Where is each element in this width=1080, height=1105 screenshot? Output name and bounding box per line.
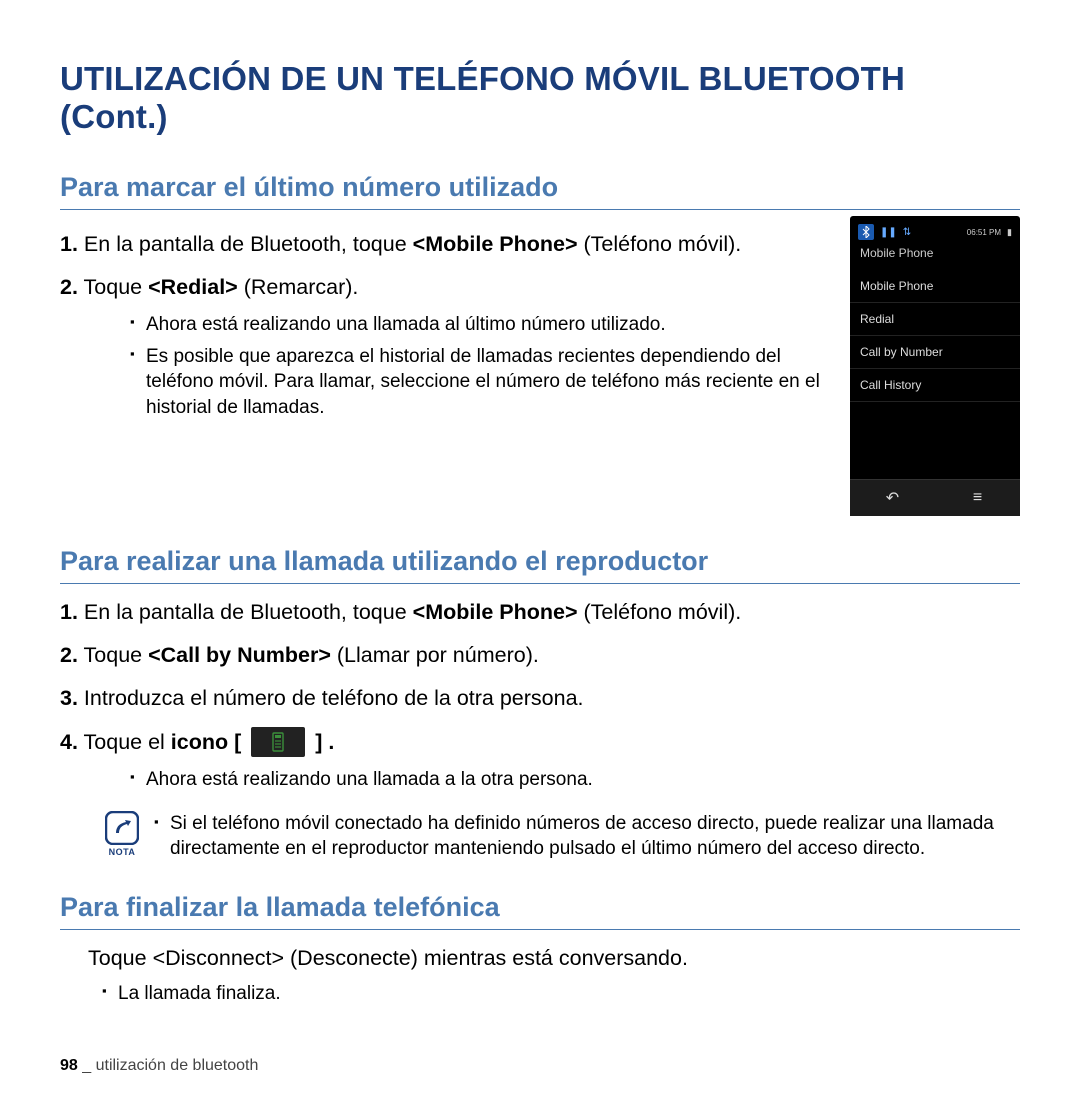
- step-number: 1.: [60, 600, 78, 624]
- phone-menu-item: Call History: [850, 369, 1020, 402]
- document-page: UTILIZACIÓN DE UN TELÉFONO MÓVIL BLUETOO…: [0, 0, 1080, 1105]
- list-item: 2. Toque <Call by Number> (Llamar por nú…: [60, 641, 1020, 670]
- footer-sep: _: [78, 1057, 96, 1074]
- step-number: 2.: [60, 643, 78, 667]
- step-number: 3.: [60, 686, 78, 710]
- step-text: Toque: [84, 275, 149, 299]
- note-badge: NOTA: [102, 811, 142, 857]
- ordered-list: 1. En la pantalla de Bluetooth, toque <M…: [60, 230, 826, 421]
- phone-status-bar: ❚❚ ⇅ 06:51 PM ▮: [850, 224, 1020, 240]
- page-number: 98: [60, 1057, 78, 1074]
- step-text: En la pantalla de Bluetooth, toque: [84, 232, 413, 256]
- phone-screen-title: Mobile Phone: [850, 240, 1020, 270]
- note-label: NOTA: [102, 847, 142, 857]
- sub-list: Ahora está realizando una llamada al últ…: [88, 312, 826, 421]
- sub-item: Ahora está realizando una llamada al últ…: [130, 312, 826, 338]
- step-bold: <Call by Number>: [148, 643, 331, 667]
- sub-item: La llamada finaliza.: [102, 981, 1020, 1007]
- step-text: En la pantalla de Bluetooth, toque: [84, 600, 413, 624]
- step-text: Toque el: [84, 730, 171, 754]
- step-bold: <Mobile Phone>: [413, 232, 578, 256]
- step-text: Toque: [84, 643, 149, 667]
- line-tail: (Desconecte) mientras está conversando.: [284, 946, 688, 970]
- sub-list: Ahora está realizando una llamada a la o…: [88, 767, 1020, 793]
- sub-item: Es posible que aparezca el historial de …: [130, 344, 826, 421]
- pause-icon: ❚❚: [880, 227, 897, 238]
- line-pre: Toque: [88, 946, 153, 970]
- section-heading: Para realizar una llamada utilizando el …: [60, 546, 1020, 584]
- phone-menu-item: Mobile Phone: [850, 270, 1020, 303]
- step-bold: <Mobile Phone>: [413, 600, 578, 624]
- menu-icon: ≡: [958, 489, 998, 507]
- phone-dial-icon: [251, 727, 305, 757]
- sub-list: La llamada finaliza.: [60, 981, 1020, 1007]
- list-item: 4. Toque el icono [ ] . Ahora está reali…: [60, 727, 1020, 793]
- step-number: 2.: [60, 275, 78, 299]
- phone-nav-bar: ↶ ≡: [850, 479, 1020, 516]
- section-heading: Para finalizar la llamada telefónica: [60, 892, 1020, 930]
- step-bold: <Redial>: [148, 275, 238, 299]
- list-item: 3. Introduzca el número de teléfono de l…: [60, 684, 1020, 713]
- page-title: UTILIZACIÓN DE UN TELÉFONO MÓVIL BLUETOO…: [60, 60, 1020, 136]
- step-tail: (Llamar por número).: [331, 643, 539, 667]
- step-tail: (Remarcar).: [238, 275, 359, 299]
- phone-menu-item: Call by Number: [850, 336, 1020, 369]
- step-text: Introduzca el número de teléfono de la o…: [84, 686, 584, 710]
- line-bold: <Disconnect>: [153, 946, 284, 970]
- section-body: 1. En la pantalla de Bluetooth, toque <M…: [60, 216, 1020, 516]
- note-text: Si el teléfono móvil conectado ha defini…: [154, 811, 1020, 862]
- step-tail: (Teléfono móvil).: [578, 600, 742, 624]
- battery-icon: ▮: [1007, 227, 1012, 238]
- text-column: 1. En la pantalla de Bluetooth, toque <M…: [60, 216, 826, 435]
- list-item: 2. Toque <Redial> (Remarcar). Ahora está…: [60, 273, 826, 421]
- footer-text: utilización de bluetooth: [96, 1057, 259, 1074]
- sub-item: Ahora está realizando una llamada a la o…: [130, 767, 1020, 793]
- back-icon: ↶: [873, 488, 913, 508]
- phone-mock: ❚❚ ⇅ 06:51 PM ▮ Mobile Phone Mobile Phon…: [850, 216, 1020, 516]
- phone-menu-item: Redial: [850, 303, 1020, 336]
- ordered-list: 1. En la pantalla de Bluetooth, toque <M…: [60, 598, 1020, 793]
- list-item: 1. En la pantalla de Bluetooth, toque <M…: [60, 598, 1020, 627]
- page-footer: 98 _ utilización de bluetooth: [60, 1057, 1020, 1075]
- bluetooth-icon: [858, 224, 874, 240]
- signal-icon: ⇅: [903, 227, 911, 238]
- step-number: 4.: [60, 730, 78, 754]
- note-block: NOTA Si el teléfono móvil conectado ha d…: [102, 811, 1020, 862]
- step-number: 1.: [60, 232, 78, 256]
- step-bold: icono [: [171, 730, 241, 754]
- paragraph: Toque <Disconnect> (Desconecte) mientras…: [88, 944, 1020, 973]
- list-item: 1. En la pantalla de Bluetooth, toque <M…: [60, 230, 826, 259]
- phone-time: 06:51 PM: [967, 228, 1001, 237]
- step-tail: (Teléfono móvil).: [578, 232, 742, 256]
- section-heading: Para marcar el último número utilizado: [60, 172, 1020, 210]
- step-tail: ] .: [315, 730, 334, 754]
- note-icon: [105, 811, 139, 845]
